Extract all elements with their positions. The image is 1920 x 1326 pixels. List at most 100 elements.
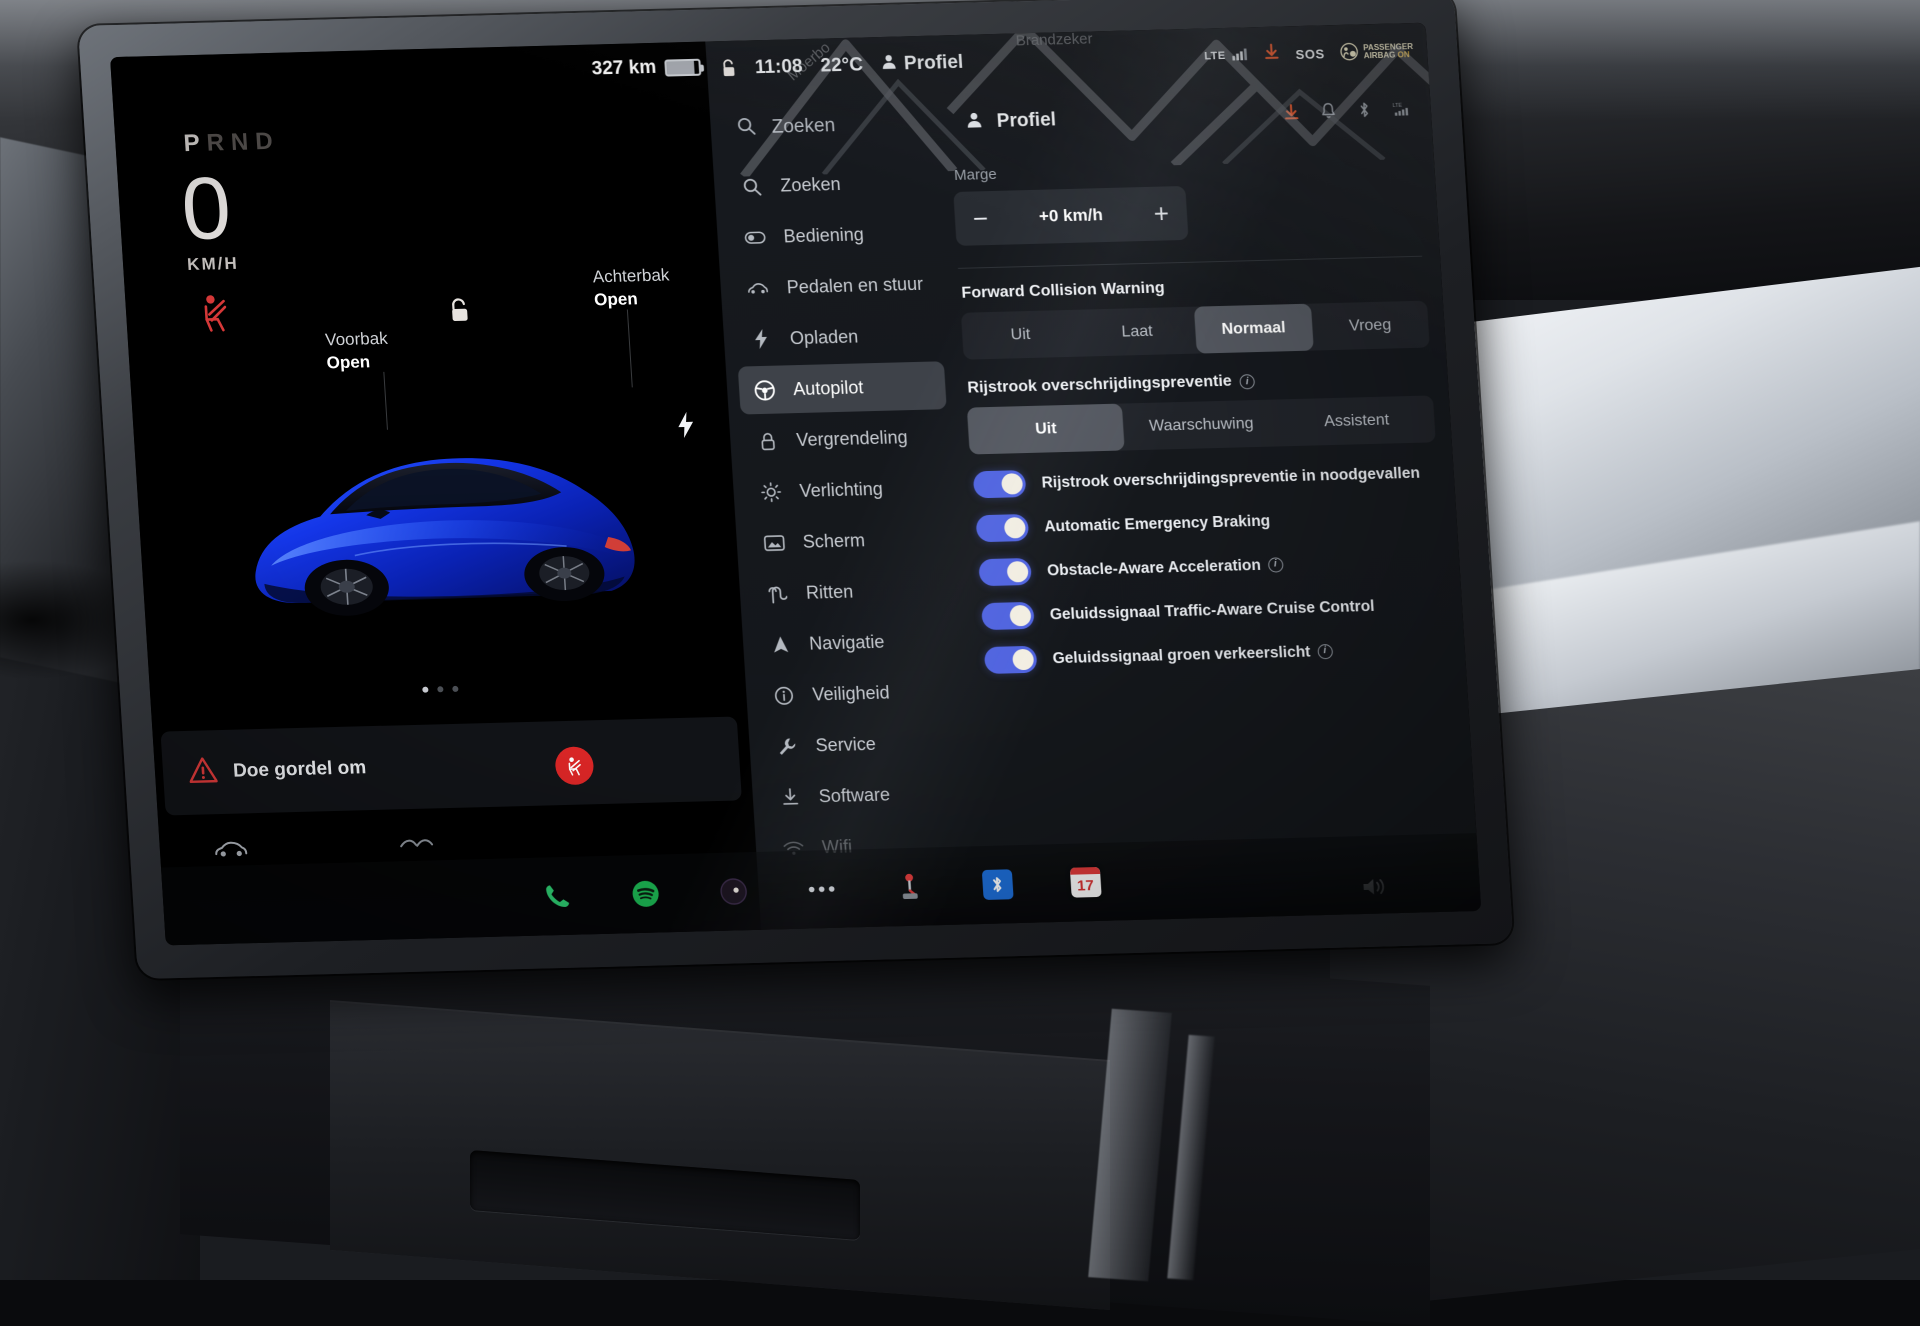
autopilot-settings-content[interactable]: Marge − +0 km/h + Forward Collision Warn… xyxy=(945,138,1482,923)
lane-departure-option-assistent[interactable]: Assistent xyxy=(1277,395,1435,446)
sidebar-item-opladen[interactable]: Opladen xyxy=(734,310,943,363)
fcw-option-vroeg[interactable]: Vroeg xyxy=(1310,301,1429,351)
sidebar-label: Autopilot xyxy=(793,377,864,400)
phone-app[interactable] xyxy=(535,875,580,918)
seatbelt-alert-bar[interactable]: Doe gordel om xyxy=(160,717,741,816)
wrench-icon xyxy=(775,735,798,758)
toybox-app[interactable] xyxy=(887,865,932,908)
lte-label: LTE xyxy=(1204,50,1226,63)
settings-panel[interactable]: 327 km 11:08 22°C xyxy=(705,23,1481,930)
gear-p: P xyxy=(183,130,208,158)
download-icon[interactable] xyxy=(1264,44,1280,66)
more-apps[interactable] xyxy=(799,868,844,911)
page-indicator-dots[interactable] xyxy=(422,686,458,693)
margin-value: +0 km/h xyxy=(1038,205,1103,227)
sidebar-item-autopilot[interactable]: Autopilot xyxy=(738,361,947,414)
lane-departure-segmented-control[interactable]: Uit Waarschuwing Assistent xyxy=(967,395,1436,454)
sidebar-item-bediening[interactable]: Bediening xyxy=(728,209,937,262)
sidebar-item-zoeken[interactable]: Zoeken xyxy=(725,158,934,211)
vehicle-3d-render[interactable] xyxy=(224,348,664,668)
sidebar-item-pedalen-en-stuur[interactable]: Pedalen en stuur xyxy=(731,259,940,312)
page-dot-1[interactable] xyxy=(422,687,428,693)
toggle-label: Rijstrook overschrijdingspreventie in no… xyxy=(1041,464,1420,493)
panel-profile-label: Profiel xyxy=(996,109,1057,133)
bell-icon[interactable] xyxy=(1320,102,1336,124)
sidebar-label: Zoeken xyxy=(780,173,841,196)
sidebar-item-navigatie[interactable]: Navigatie xyxy=(754,616,963,669)
clock[interactable]: 11:08 xyxy=(754,56,803,79)
temperature[interactable]: 22°C xyxy=(820,54,864,77)
toggle-switch[interactable] xyxy=(978,558,1032,586)
sidebar-item-verlichting[interactable]: Verlichting xyxy=(744,463,953,516)
info-icon[interactable]: i xyxy=(1239,374,1255,389)
toggle-row-tacc-chime[interactable]: Geluidssignaal Traffic-Aware Cruise Cont… xyxy=(981,591,1447,630)
sidebar-label: Service xyxy=(815,733,876,756)
calendar-app[interactable]: 17 xyxy=(1063,861,1108,904)
bluetooth-app[interactable] xyxy=(975,863,1020,906)
sidebar-item-service[interactable]: Service xyxy=(760,718,969,771)
unlock-icon[interactable] xyxy=(448,298,472,325)
steering-wheel-icon xyxy=(753,379,776,402)
wiper-icon[interactable] xyxy=(398,835,435,857)
fcw-option-normaal[interactable]: Normaal xyxy=(1194,304,1313,354)
fcw-title-text: Forward Collision Warning xyxy=(961,279,1165,302)
lane-departure-option-uit[interactable]: Uit xyxy=(967,404,1125,455)
download-icon xyxy=(778,786,801,809)
sidebar-item-software[interactable]: Software xyxy=(763,768,972,821)
toggle-switch[interactable] xyxy=(984,646,1038,674)
toggle-row-obstacle-aware-acceleration[interactable]: Obstacle-Aware Acceleration i xyxy=(978,547,1444,586)
touchscreen-assembly: PRND 0 KM/H xyxy=(78,0,1513,979)
margin-stepper[interactable]: − +0 km/h + xyxy=(953,186,1188,246)
sos-button[interactable]: SOS xyxy=(1295,46,1325,62)
warning-triangle-icon xyxy=(188,757,218,789)
media-app[interactable] xyxy=(711,870,756,913)
toggle-knob xyxy=(1006,561,1028,583)
bluetooth-icon[interactable] xyxy=(1357,101,1371,123)
fcw-option-laat[interactable]: Laat xyxy=(1077,307,1196,357)
page-dot-3[interactable] xyxy=(452,686,458,692)
lane-departure-option-waarschuwing[interactable]: Waarschuwing xyxy=(1122,399,1280,450)
toggle-row-automatic-emergency-braking[interactable]: Automatic Emergency Braking xyxy=(975,503,1441,542)
sidebar-item-scherm[interactable]: Scherm xyxy=(747,514,956,567)
search-icon xyxy=(736,116,757,140)
sidebar-item-ritten[interactable]: Ritten xyxy=(750,565,959,618)
toggle-switch[interactable] xyxy=(981,602,1035,630)
fcw-option-uit[interactable]: Uit xyxy=(961,310,1080,360)
gear-indicator: PRND xyxy=(183,128,281,158)
alert-text: Doe gordel om xyxy=(232,757,366,782)
profile-button[interactable]: Profiel xyxy=(880,52,964,76)
toggle-label: Geluidssignaal groen verkeerslicht xyxy=(1052,642,1311,668)
bottom-left-controls[interactable] xyxy=(213,834,435,863)
toggle-label: Obstacle-Aware Acceleration xyxy=(1047,556,1262,581)
car-icon[interactable] xyxy=(213,839,248,863)
toggle-switch[interactable] xyxy=(973,470,1027,498)
sidebar-label: Veiligheid xyxy=(812,682,890,705)
sidebar-label: Opladen xyxy=(789,326,858,349)
tesla-touchscreen[interactable]: PRND 0 KM/H xyxy=(110,23,1481,946)
lte-indicator: LTE xyxy=(1204,44,1250,67)
page-dot-2[interactable] xyxy=(437,686,443,692)
sidebar-item-vergrendeling[interactable]: Vergrendeling xyxy=(741,412,950,465)
info-icon[interactable]: i xyxy=(1267,557,1283,572)
toggle-row-green-light-chime[interactable]: Geluidssignaal groen verkeerslicht i xyxy=(984,635,1450,674)
panel-header-icons[interactable]: LTE xyxy=(1283,100,1431,126)
status-bar-right[interactable]: LTE xyxy=(1204,40,1414,67)
bolt-icon xyxy=(749,328,772,351)
toggle-switch[interactable] xyxy=(975,514,1029,542)
margin-increase-button[interactable]: + xyxy=(1153,200,1170,226)
navigation-icon xyxy=(769,633,792,656)
driving-visualization-pane[interactable]: PRND 0 KM/H xyxy=(110,42,761,946)
settings-body[interactable]: Zoeken Bediening Pedalen xyxy=(712,138,1481,929)
panel-profile-button[interactable]: Profiel xyxy=(965,109,1057,133)
toggle-row-emergency-lane-departure[interactable]: Rijstrook overschrijdingspreventie in no… xyxy=(973,459,1439,498)
airbag-icon xyxy=(1340,42,1359,63)
sidebar-item-veiligheid[interactable]: Veiligheid xyxy=(757,667,966,720)
spotify-app[interactable] xyxy=(623,872,668,915)
download-icon[interactable] xyxy=(1283,104,1299,125)
margin-decrease-button[interactable]: − xyxy=(972,205,989,231)
sidebar-label: Verlichting xyxy=(799,478,883,501)
seatbelt-warning-icon xyxy=(197,292,234,333)
info-icon[interactable]: i xyxy=(1317,644,1333,659)
search-button[interactable]: Zoeken xyxy=(736,111,953,141)
lock-status-icon[interactable] xyxy=(720,59,737,79)
